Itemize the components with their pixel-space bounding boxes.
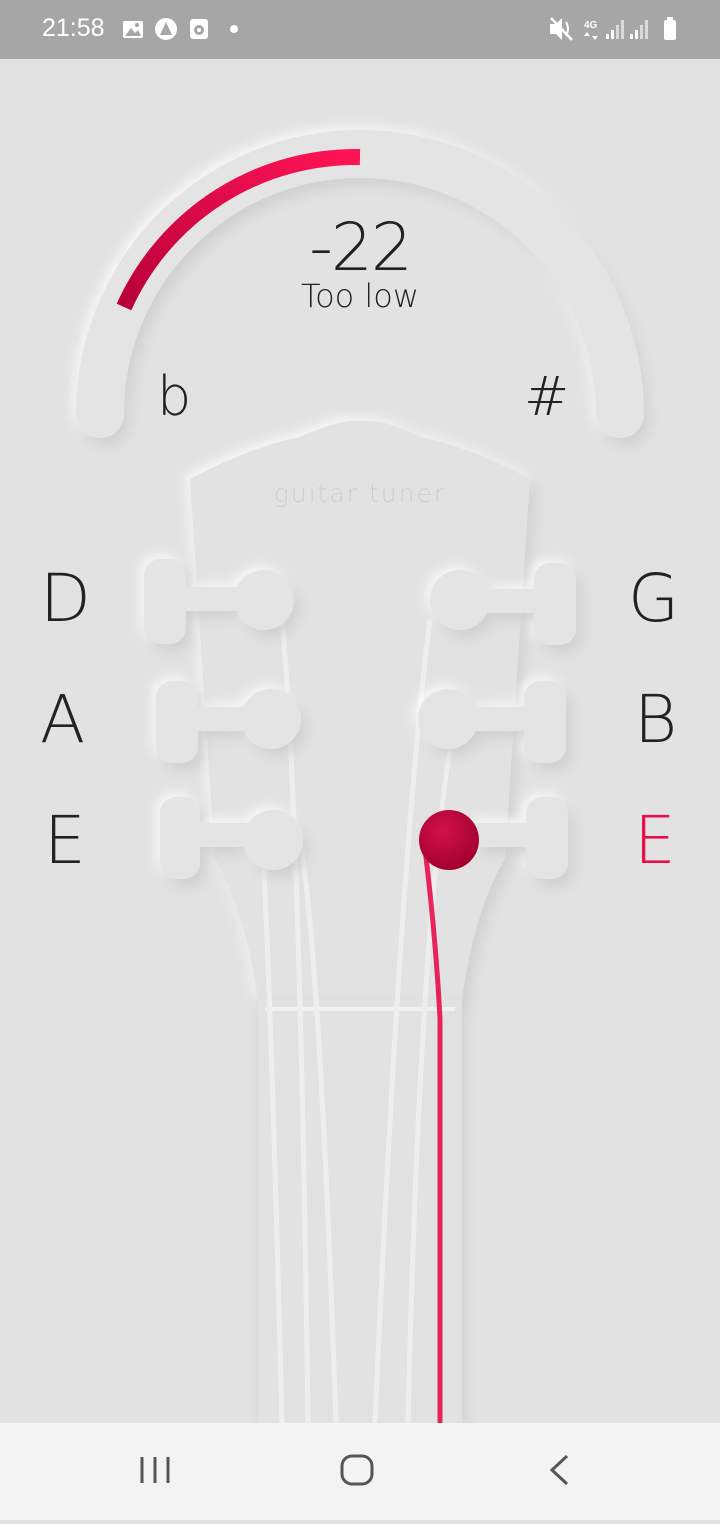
recents-icon [140,1457,170,1483]
gallery-icon [123,21,143,38]
string-high-e-button[interactable]: E [634,808,676,874]
guitar-neck [258,999,462,1423]
recents-button[interactable] [96,1423,216,1520]
back-icon [549,1454,569,1486]
dot-icon [230,25,238,33]
4g-icon: 4G [584,20,598,40]
signal-icon [630,20,648,39]
assistant-icon [155,18,177,40]
flat-symbol: b [157,365,192,428]
status-time: 21:58 [42,14,105,42]
home-button[interactable] [297,1423,417,1520]
signal-icon [606,20,624,39]
svg-text:4G: 4G [584,20,598,31]
mute-icon [550,17,573,41]
tuner-screen: -22 Too low b # guitar tuner D A E G B E [0,59,720,1423]
cents-value: -22 [309,209,413,286]
navigation-bar [0,1423,720,1520]
battery-icon [664,17,676,40]
string-low-e-button[interactable]: E [44,808,86,874]
string-a-button[interactable]: A [40,687,85,753]
media-icon [190,19,208,39]
app-brand: guitar tuner [273,479,447,508]
string-g-button[interactable]: G [628,566,679,632]
sharp-symbol: # [524,365,570,428]
back-button[interactable] [500,1423,620,1520]
home-icon [340,1454,374,1486]
string-d-button[interactable]: D [40,566,91,632]
string-b-button[interactable]: B [634,687,677,753]
active-peg[interactable] [419,810,479,870]
tuning-status: Too low [300,277,420,315]
status-bar: 21:58 4G [0,0,720,59]
